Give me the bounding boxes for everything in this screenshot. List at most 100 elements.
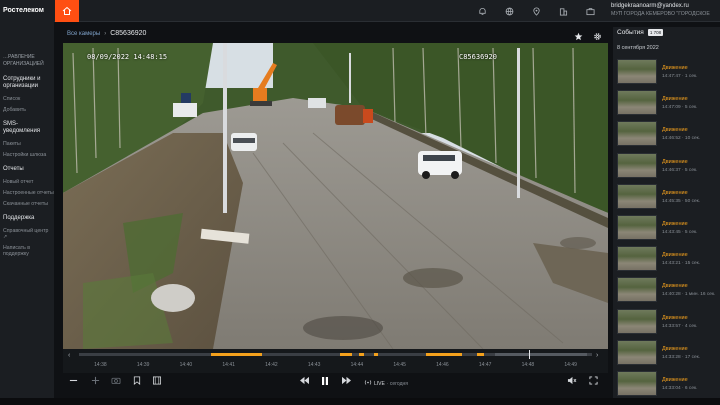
event-item[interactable]: Движение 14:33:28 · 17 сек. [617, 339, 720, 371]
event-thumbnail[interactable] [617, 214, 657, 240]
playhead[interactable] [528, 350, 530, 359]
event-item[interactable]: Движение 14:40:28 · 1 мин. 16 сек. [617, 277, 720, 308]
bookmark-button[interactable] [133, 376, 141, 385]
event-type: Движение [662, 65, 688, 71]
recording-segment[interactable] [211, 353, 263, 356]
event-thumbnail[interactable] [617, 277, 657, 303]
zoom-in-button[interactable] [91, 376, 100, 385]
event-thumbnail[interactable] [617, 370, 657, 396]
event-thumbnail[interactable] [617, 152, 657, 178]
plus-icon [91, 376, 100, 385]
event-thumbnail[interactable] [617, 339, 657, 365]
briefcase-icon[interactable] [583, 4, 597, 18]
zoom-out-button[interactable] [69, 376, 78, 385]
timeline-back-arrow-icon[interactable]: ‹ [68, 352, 70, 359]
event-thumbnail[interactable] [617, 246, 657, 272]
event-time: 14:46:37 · 5 сек. [662, 167, 698, 173]
snapshot-button[interactable] [111, 376, 121, 385]
pause-button[interactable] [320, 376, 330, 386]
event-thumbnail[interactable] [617, 121, 657, 147]
sidebar-section: Сотрудники и организации Список Добавить [0, 76, 54, 113]
brand-logo[interactable]: Ростелеком [0, 0, 54, 22]
sidebar-item[interactable]: Настроенные отчеты [3, 190, 54, 196]
event-type: Движение [662, 345, 688, 352]
osd-camera-id: C85636920 [459, 53, 497, 61]
event-thumbnail[interactable] [617, 308, 657, 334]
sidebar-item[interactable]: Добавить [3, 107, 54, 113]
sidebar-section-heading[interactable]: …РАВЛЕНИЕ ОРГАНИЗАЦИЕЙ [3, 54, 54, 68]
recording-segment[interactable] [358, 353, 365, 356]
event-item[interactable]: Движение 14:46:37 · 5 сек. [617, 152, 720, 184]
rewind-icon [300, 376, 309, 385]
timeline-track[interactable] [79, 350, 592, 359]
event-type: Движение [662, 283, 688, 290]
breadcrumb-all-cameras[interactable]: Все камеры [67, 31, 100, 37]
minus-icon [69, 379, 78, 382]
map-pin-icon[interactable] [529, 4, 543, 18]
event-item[interactable]: Движение 14:47:09 · 5 сек. [617, 90, 720, 121]
event-thumbnail[interactable] [617, 183, 657, 209]
timeline-tick-label: 14:47 [478, 362, 492, 368]
home-button[interactable] [55, 0, 79, 22]
events-header: События 1 708 [617, 29, 664, 36]
sidebar-item[interactable]: Скачанные отчеты [3, 201, 54, 207]
event-time: 14:43:21 · 15 сек. [662, 261, 701, 267]
recording-segment[interactable] [339, 353, 352, 356]
timeline-tick-label: 14:40 [179, 362, 193, 368]
bottom-strip [0, 398, 720, 405]
event-type: Движение [662, 189, 688, 196]
timeline-tick-label: 14:44 [350, 362, 364, 368]
live-sub-label: · сегодня [386, 380, 408, 387]
sidebar-item[interactable]: Написать в поддержку [3, 245, 54, 257]
broadcast-icon [364, 379, 372, 388]
sidebar-section-heading[interactable]: SMS-уведомления [3, 121, 54, 135]
recording-segment[interactable] [528, 353, 587, 356]
live-indicator[interactable]: LIVE · сегодня [364, 379, 408, 388]
timeline[interactable]: ‹ 14:38 14:39 14:40 14:41 14:42 14:43 14:44 14:… [63, 349, 608, 373]
fast-forward-button[interactable] [341, 376, 352, 385]
sidebar-item[interactable]: Новый отчет [3, 179, 54, 185]
event-item[interactable]: Движение 14:45:35 · 50 сек. [617, 183, 720, 215]
event-item[interactable]: Движение 14:43:45 · 5 сек. [617, 214, 720, 246]
recording-segment[interactable] [426, 353, 462, 356]
pause-icon [322, 377, 328, 385]
event-time: 14:47:47 · 1 сек. [662, 74, 698, 79]
sidebar-section: Отчеты Новый отчет Настроенные отчеты Скача… [0, 166, 54, 207]
timeline-forward-arrow-icon[interactable]: › [596, 352, 598, 359]
timeline-tick-label: 14:45 [393, 362, 406, 368]
globe-icon[interactable] [502, 4, 516, 18]
event-item[interactable]: Движение 14:33:57 · 4 сек. [617, 308, 720, 340]
event-item[interactable]: Движение 14:46:52 · 10 сек. [617, 121, 720, 152]
fullscreen-button[interactable] [589, 376, 598, 385]
sidebar-section-heading[interactable]: Поддержка [3, 215, 54, 222]
event-item[interactable]: Движение 14:47:47 · 1 сек. [617, 59, 720, 90]
top-bar: Ростелеком bridgekraanoarm@yandex.ru МУП… [0, 0, 720, 22]
timeline-tick-label: 14:39 [136, 362, 150, 368]
recording-segment[interactable] [477, 353, 484, 356]
recording-segment[interactable] [495, 353, 529, 356]
bell-icon[interactable] [475, 4, 489, 18]
mute-button[interactable] [567, 376, 577, 385]
sidebar-item[interactable]: Настройки шлюза [3, 152, 54, 158]
user-account[interactable]: bridgekraanoarm@yandex.ru МУП ГОРОДА КЕМ… [611, 2, 720, 18]
sidebar-item[interactable]: Справочный центр ↗ [3, 228, 54, 240]
event-thumbnail[interactable] [617, 59, 657, 84]
export-clip-button[interactable] [152, 376, 162, 385]
film-icon [152, 376, 162, 385]
timeline-tick-label: 14:41 [222, 362, 235, 368]
buildings-icon[interactable] [556, 4, 570, 18]
fast-forward-icon [342, 376, 351, 385]
video-header: Все камеры › C85636920 [63, 27, 608, 42]
sidebar-section-heading[interactable]: Сотрудники и организации [3, 76, 54, 90]
sidebar-section-heading[interactable]: Отчеты [3, 166, 54, 173]
event-thumbnail[interactable] [617, 90, 657, 116]
video-player[interactable]: 08/09/2022 14:48:15 C85636920 [63, 43, 608, 349]
events-date: 8 сентября 2022 [617, 45, 659, 51]
rewind-button[interactable] [299, 376, 310, 385]
recording-segment[interactable] [374, 353, 379, 356]
user-organization: МУП ГОРОДА КЕМЕРОВО "ГОРОДСКОЕ [611, 11, 710, 17]
speaker-muted-icon [567, 376, 577, 385]
sidebar-item[interactable]: Пакеты [3, 141, 54, 147]
event-item[interactable]: Движение 14:43:21 · 15 сек. [617, 246, 720, 277]
sidebar-item[interactable]: Список [3, 96, 54, 102]
